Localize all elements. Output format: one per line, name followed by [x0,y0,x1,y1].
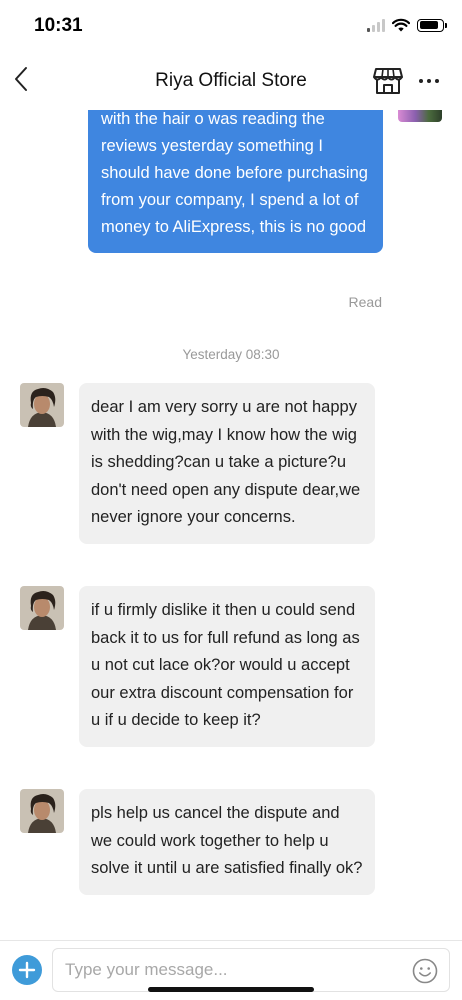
outgoing-message[interactable]: with the hair o was reading the reviews … [88,110,383,253]
message-timestamp: Yesterday 08:30 [182,347,280,362]
message-input[interactable] [52,948,450,992]
plus-icon [18,961,36,979]
emoji-button[interactable] [412,958,438,984]
battery-icon [417,18,447,32]
chat-messages[interactable]: with the hair o was reading the reviews … [0,110,462,940]
smiley-icon [412,958,438,984]
status-bar: 10:31 [0,0,462,52]
seller-avatar[interactable] [20,383,64,427]
store-icon [373,68,403,94]
message-input-bar [0,940,462,1000]
add-attachment-button[interactable] [12,955,42,985]
seller-avatar[interactable] [20,586,64,630]
more-options-button[interactable] [414,66,444,96]
status-icons [367,18,447,32]
store-button[interactable] [372,65,404,97]
incoming-message[interactable]: if u firmly dislike it then u could send… [79,586,375,747]
more-horizontal-icon [419,79,423,83]
my-avatar [398,110,442,122]
incoming-message[interactable]: dear I am very sorry u are not happy wit… [79,383,375,544]
wifi-icon [392,18,410,32]
home-indicator [148,987,314,992]
read-status: Read [348,294,382,310]
signal-icon [367,18,385,32]
status-time: 10:31 [34,15,83,36]
chat-header: Riya Official Store [0,52,462,110]
seller-avatar[interactable] [20,789,64,833]
incoming-message[interactable]: pls help us cancel the dispute and we co… [79,789,375,895]
